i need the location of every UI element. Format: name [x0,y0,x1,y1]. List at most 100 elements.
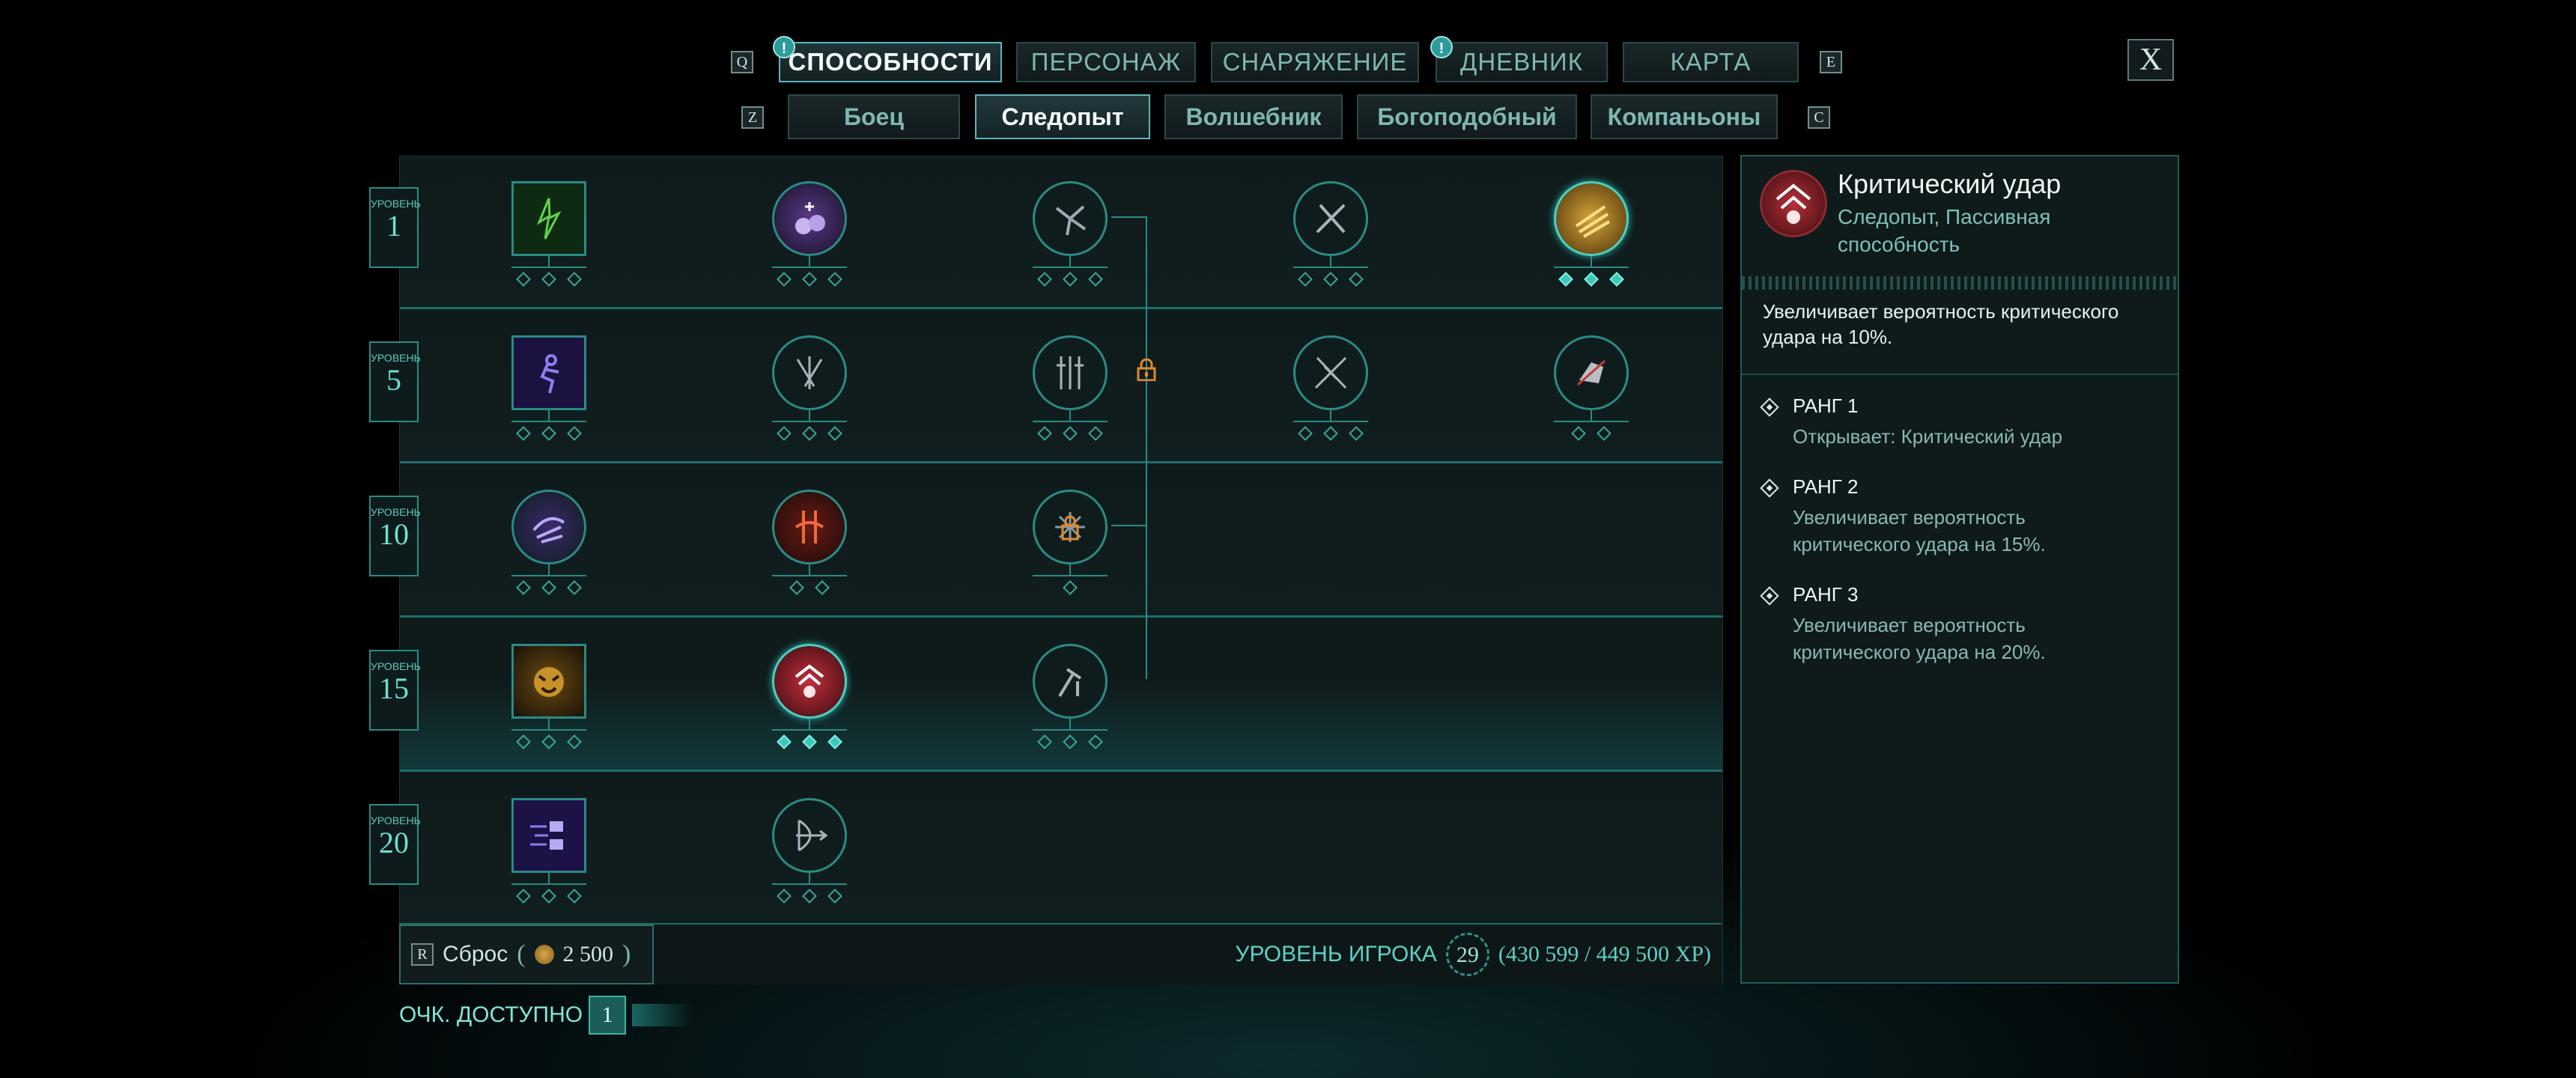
rank-text: Увеличивает вероятность критического уда… [1793,614,2046,663]
tab-character-label: ПЕРСОНАЖ [1030,48,1182,76]
beast-roar-icon [511,644,586,719]
reset-label: Сброс [443,942,508,966]
reset-cost-open: ( [517,940,526,968]
tab-map[interactable]: КАРТА [1623,42,1799,82]
rank-diamond-icon [1760,586,1779,606]
green-totem-icon [511,181,586,256]
skill-node[interactable] [768,181,851,301]
golden-claw-icon [1554,181,1629,256]
tab-character[interactable]: ПЕРСОНАЖ [1016,42,1196,82]
tab-abilities[interactable]: СПОСОБНОСТИ [779,42,1002,82]
tab-journal-label: ДНЕВНИК [1460,48,1583,76]
skill-node[interactable] [1029,335,1111,455]
next-subtab-key[interactable]: C [1808,106,1830,129]
subtab-companions-label: Компаньоны [1607,103,1761,130]
close-button[interactable]: X [2127,39,2174,81]
player-level-value: 29 [1445,933,1489,976]
skill-node[interactable] [1550,181,1632,301]
skill-node[interactable] [1029,490,1111,609]
crossed-blades-icon [1293,335,1368,410]
shattered-arrow-icon [1033,181,1108,256]
prev-subtab-key[interactable]: Z [741,106,764,129]
rank-3: РАНГ 3 Увеличивает вероятность критическ… [1760,583,2167,673]
subtab-companions[interactable]: Компаньоны [1591,94,1778,139]
rank-heading: РАНГ 1 [1793,395,1859,417]
level-marker-5: УРОВЕНЬ 5 [369,326,422,424]
points-trail [632,1004,693,1026]
lock-connector-line [1146,216,1147,679]
skill-node[interactable] [508,644,590,764]
xp-readout: (430 599 / 449 500 XP) [1498,942,1711,966]
rank-diamond-icon [1760,398,1779,417]
bleeding-hand-icon [1554,335,1629,410]
rank-heading: РАНГ 3 [1793,583,1859,606]
level-marker-15: УРОВЕНЬ 15 [369,635,422,732]
player-level: УРОВЕНЬ ИГРОКА 29 (430 599 / 449 500 XP) [1235,925,1711,984]
tab-equipment-label: СНАРЯЖЕНИЕ [1222,48,1408,76]
skill-node[interactable] [1029,644,1111,764]
level-caption: УРОВЕНЬ [371,814,421,826]
swift-fists-icon [511,798,586,873]
skill-node[interactable] [768,335,851,455]
subtab-ranger[interactable]: Следопыт [975,94,1150,139]
skill-node[interactable] [768,490,851,609]
subtab-fighter-label: Боец [843,103,904,130]
divider [1742,276,2178,290]
reset-button[interactable]: R Сброс ( 2 500 ) [399,925,654,984]
level-marker-1: УРОВЕНЬ 1 [369,172,422,270]
level-marker-20: УРОВЕНЬ 20 [369,789,422,886]
next-tab-key[interactable]: E [1820,51,1842,73]
critical-strike-icon [772,644,847,719]
skill-node[interactable] [508,335,590,455]
level-caption: УРОВЕНЬ [371,506,421,518]
level-caption: УРОВЕНЬ [371,352,421,364]
crossed-arrows-icon [1293,181,1368,256]
skill-node[interactable] [508,181,590,301]
skill-node[interactable] [1029,181,1111,301]
skill-description: Увеличивает вероятность критического уда… [1763,300,2119,348]
coin-icon [534,945,554,964]
level-number: 15 [379,672,409,705]
skill-node[interactable] [508,798,590,918]
tab-journal[interactable]: ДНЕВНИК [1436,42,1608,82]
skill-node[interactable] [1550,335,1632,455]
level-number: 1 [386,209,401,243]
skill-node[interactable] [768,798,851,918]
abilities-alert-icon: ! [773,36,795,58]
rank-2: РАНГ 2 Увеличивает вероятность критическ… [1760,475,2167,565]
locked-skill-icon [1033,490,1108,564]
skill-node[interactable] [1289,335,1372,455]
prev-tab-key[interactable]: Q [731,51,753,73]
points-available: ОЧК. ДОСТУПНО 1 [399,996,693,1035]
skill-node[interactable] [768,644,851,764]
bombs-icon [772,181,847,256]
level-number: 10 [379,517,409,551]
tier-row-20 [400,773,1722,926]
points-label: ОЧК. ДОСТУПНО [399,1002,583,1027]
bow-icon [772,798,847,873]
tree-footer: R Сброс ( 2 500 ) УРОВЕНЬ ИГРОКА 29 (430… [399,923,1722,984]
player-level-label: УРОВЕНЬ ИГРОКА [1235,942,1437,966]
runner-icon [511,335,586,410]
dash-icon [511,490,586,564]
tab-equipment[interactable]: СНАРЯЖЕНИЕ [1211,42,1419,82]
critical-strike-badge-icon [1760,170,1827,237]
rank-text: Увеличивает вероятность критического уда… [1793,506,2046,555]
reset-cost: 2 500 [562,942,614,966]
level-number: 5 [386,363,401,397]
tab-abilities-label: СПОСОБНОСТИ [788,48,993,76]
rank-text: Открывает: Критический удар [1793,425,2063,448]
lock-connector-bottom [1111,525,1147,526]
skill-node[interactable] [1289,181,1372,301]
rank-diamond-icon [1760,478,1779,498]
subtab-fighter[interactable]: Боец [788,94,960,139]
level-caption: УРОВЕНЬ [371,198,421,210]
subtab-godlike[interactable]: Богоподобный [1357,94,1577,139]
rank-heading: РАНГ 2 [1793,475,1859,498]
level-number: 20 [379,826,409,859]
subtab-wizard[interactable]: Волшебник [1164,94,1343,139]
subtab-wizard-label: Волшебник [1185,103,1322,130]
skill-node[interactable] [508,490,590,609]
fire-blades-icon [772,490,847,564]
lock-icon [1137,358,1156,382]
